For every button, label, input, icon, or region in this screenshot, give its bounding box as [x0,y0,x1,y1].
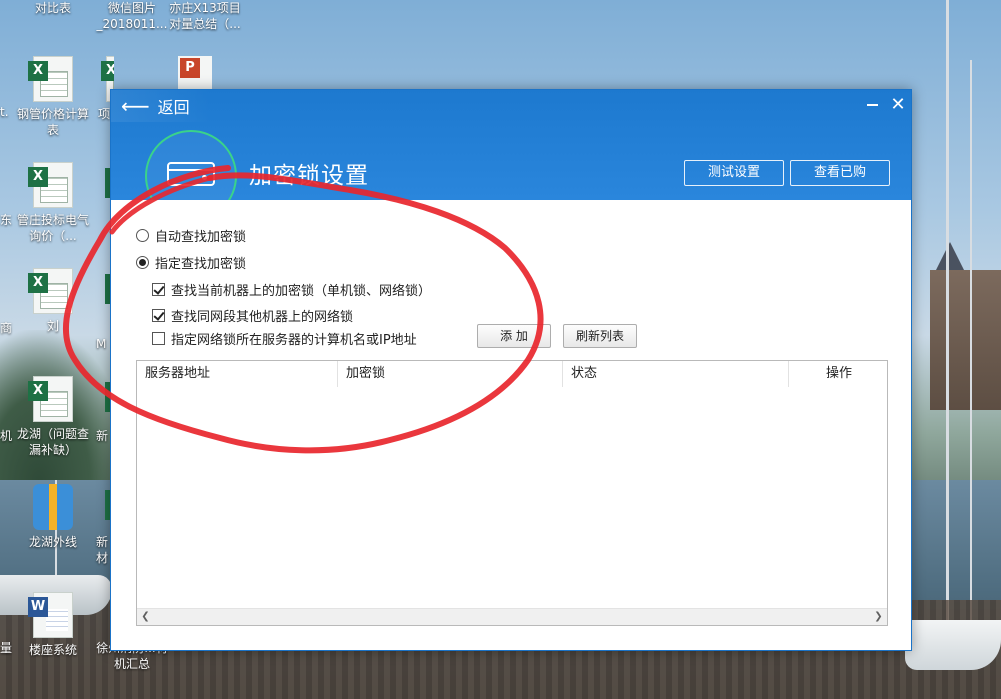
dongle-icon [167,162,215,186]
word-file-icon: W [28,592,73,638]
desktop-icon[interactable]: X 钢管价格计算表 [16,56,90,138]
desktop-icon-partial-label: 新 [96,535,109,549]
archive-file-icon [33,484,73,530]
server-table: 服务器地址 加密锁 状态 操作 ❮ ❯ [136,360,888,626]
desktop-icon-partial-label: t. [0,105,9,119]
column-header-server-address[interactable]: 服务器地址 [137,361,338,387]
desktop-icon-label: 亦庄X13项目对量总结（... [169,1,241,31]
radio-auto-label: 自动查找加密锁 [155,230,247,245]
dongle-logo [145,130,237,200]
arrow-left-icon: ⟵ [121,94,150,118]
desktop-icon-label: 龙湖外线 [28,535,77,549]
excel-file-icon: X [28,268,73,314]
close-button[interactable]: ✕ [887,94,909,116]
excel-file-icon: X [28,376,73,422]
chevron-left-icon[interactable]: ❮ [137,609,154,625]
desktop-icon[interactable]: 龙湖外线 [16,484,90,550]
table-header: 服务器地址 加密锁 状态 操作 [137,361,887,387]
dialog-body: 自动查找加密锁 指定查找加密锁 查找当前机器上的加密锁（单机锁、网络锁） 查找同… [111,200,911,650]
add-button[interactable]: 添 加 [477,324,551,348]
checkbox-segment-label: 查找同网段其他机器上的网络锁 [171,310,354,325]
desktop-icon-label: 钢管价格计算表 [16,107,89,137]
checkbox-same-segment[interactable]: 查找同网段其他机器上的网络锁 [152,306,353,325]
radio-auto-find[interactable]: 自动查找加密锁 [136,226,246,245]
excel-file-icon: X [28,56,73,102]
desktop-icon-label: 楼座系统 [28,643,77,657]
desktop-icon-partial-label: 商 [0,321,13,335]
back-label: 返回 [157,98,190,117]
desktop-icon[interactable]: 亦庄X13项目对量总结（... [165,0,245,32]
desktop-icon-label: 对比表 [34,1,71,15]
horizontal-scrollbar[interactable]: ❮ ❯ [137,608,887,625]
dongle-settings-dialog: ⟵ 返回 ✕ 加密锁设置 测试设置 查看已购 自动查找加密锁 指定查找加密锁 查… [110,89,912,651]
excel-file-icon: X [28,162,73,208]
desktop-icon[interactable]: X 龙湖（问题查漏补缺） [16,376,90,458]
desktop-icon[interactable]: W 楼座系统 [16,592,90,658]
desktop-icon-partial-label: 东 [0,213,13,227]
close-icon: ✕ [890,94,906,115]
desktop-icon[interactable]: X 刘 [16,268,90,334]
desktop-icon-partial-label: 材 [96,551,109,565]
desktop-icon-partial-label: M [96,337,107,351]
dialog-title: 加密锁设置 [249,163,369,189]
column-header-status[interactable]: 状态 [563,361,789,387]
desktop-icon-partial-label: 新 [96,429,109,443]
radio-specified-find[interactable]: 指定查找加密锁 [136,253,246,272]
radio-button-selected[interactable] [136,256,149,269]
powerpoint-file-icon: P [178,56,212,90]
checkbox-checked[interactable] [152,283,165,296]
checkbox-checked[interactable] [152,309,165,322]
background-mast [970,60,972,620]
radio-specified-label: 指定查找加密锁 [155,257,247,272]
desktop-icon-partial-label: 机 [0,429,13,443]
background-building [930,242,1001,410]
desktop-icon[interactable]: 对比表 [16,0,90,16]
radio-button[interactable] [136,229,149,242]
column-header-dongle[interactable]: 加密锁 [338,361,563,387]
desktop-icon[interactable]: X 管庄投标电气询价（... [16,162,90,244]
checkbox-specify-server[interactable]: 指定网络锁所在服务器的计算机名或IP地址 [152,329,417,348]
desktop-icon-label: 微信图片_2018011... [96,1,168,31]
checkbox-unchecked[interactable] [152,332,165,345]
column-header-action[interactable]: 操作 [789,361,887,387]
dialog-header: ⟵ 返回 ✕ 加密锁设置 测试设置 查看已购 [111,90,911,200]
checkbox-local-machine[interactable]: 查找当前机器上的加密锁（单机锁、网络锁） [152,280,431,299]
minimize-button[interactable] [861,94,883,116]
test-settings-button[interactable]: 测试设置 [684,160,784,186]
background-mast [946,0,949,620]
minus-icon [866,104,878,106]
background-boat [905,620,1001,670]
back-button[interactable]: ⟵ 返回 [111,90,211,122]
checkbox-server-label: 指定网络锁所在服务器的计算机名或IP地址 [171,333,417,348]
view-purchased-button[interactable]: 查看已购 [790,160,890,186]
desktop-icon-partial-label: 量 [0,641,13,655]
desktop-icon-label: 刘 [46,319,59,333]
desktop-icon-label: 龙湖（问题查漏补缺） [16,427,89,457]
refresh-list-button[interactable]: 刷新列表 [563,324,637,348]
desktop-icon-label: 管庄投标电气询价（... [16,213,89,243]
chevron-right-icon[interactable]: ❯ [870,609,887,625]
checkbox-local-label: 查找当前机器上的加密锁（单机锁、网络锁） [171,284,432,299]
desktop-icon[interactable]: 微信图片_2018011... [94,0,170,32]
